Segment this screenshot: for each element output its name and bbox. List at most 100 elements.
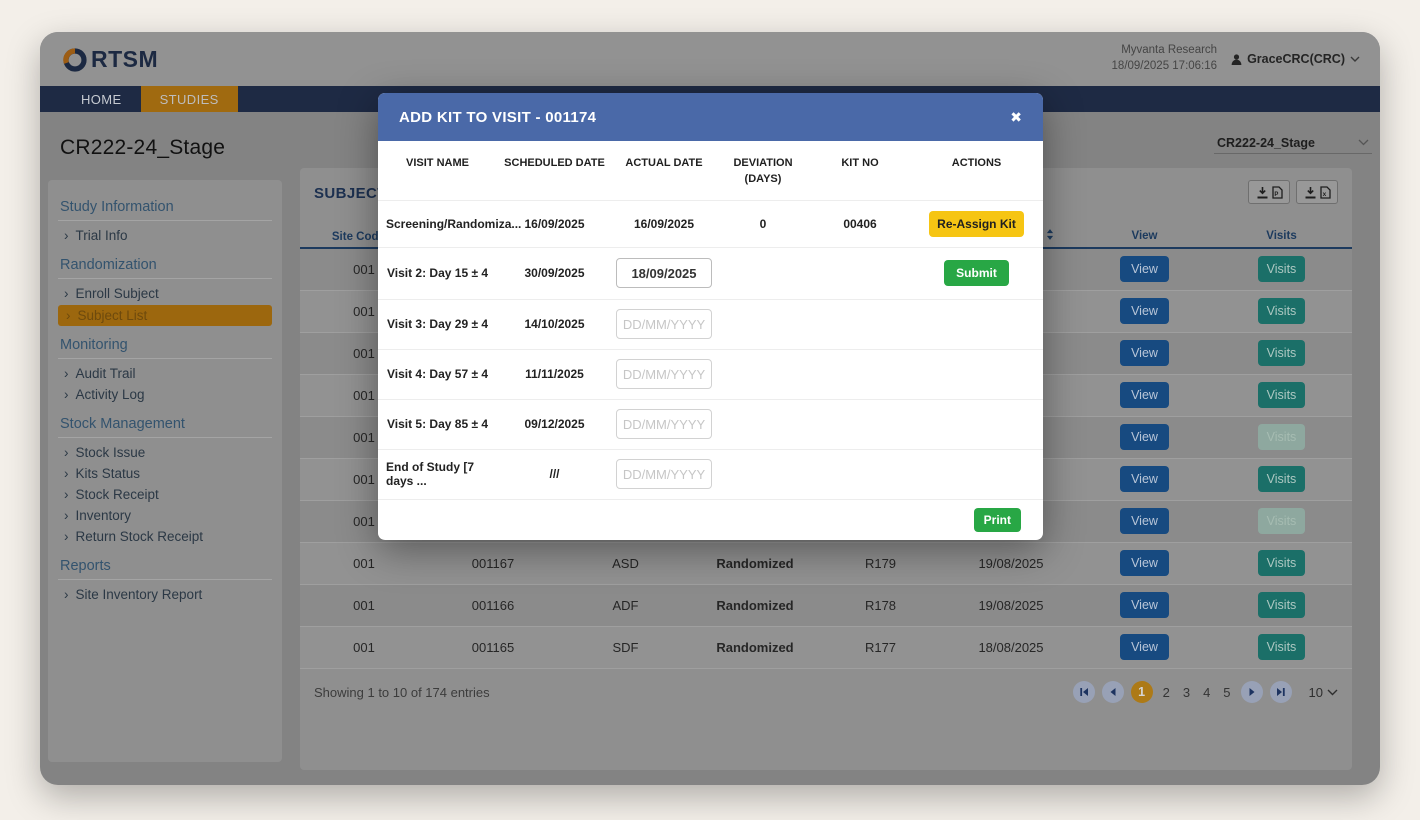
visits-button[interactable]: Visits	[1258, 592, 1306, 618]
scheduled-date: 09/12/2025	[497, 399, 612, 449]
pagination-next-button[interactable]	[1241, 681, 1263, 703]
table-entries-summary: Showing 1 to 10 of 174 entries	[314, 685, 490, 700]
export-pdf-button[interactable]: P	[1248, 180, 1290, 204]
visit-name: Screening/Randomiza...	[378, 200, 497, 247]
modal-footer: Print	[378, 500, 1043, 542]
prev-page-icon	[1108, 687, 1118, 697]
view-button[interactable]: View	[1120, 508, 1169, 534]
sidebar-item-kits-status[interactable]: ›Kits Status	[48, 463, 282, 484]
actual-date-input[interactable]	[616, 459, 712, 489]
visit-row-visit5: Visit 5: Day 85 ± 4 09/12/2025	[378, 399, 1043, 449]
sidebar: Study Information ›Trial Info Randomizat…	[48, 180, 282, 762]
chevron-right-icon: ›	[64, 387, 69, 402]
org-datetime-block: Myvanta Research 18/09/2025 17:06:16	[1112, 43, 1218, 74]
sidebar-item-subject-list[interactable]: ›Subject List	[58, 305, 272, 326]
sidebar-item-activity-log[interactable]: ›Activity Log	[48, 384, 282, 405]
view-button[interactable]: View	[1120, 340, 1169, 366]
pagination-page-2[interactable]: 2	[1160, 685, 1173, 700]
col-actions: ACTIONS	[910, 141, 1043, 200]
chevron-down-icon	[1350, 56, 1360, 62]
pagination-page-current[interactable]: 1	[1131, 681, 1153, 703]
visits-button[interactable]: Visits	[1258, 298, 1306, 324]
sidebar-item-enroll-subject[interactable]: ›Enroll Subject	[48, 283, 282, 304]
close-icon[interactable]: ✖	[1010, 109, 1022, 126]
visit-name: Visit 4: Day 57 ± 4	[378, 349, 497, 399]
status-badge: Randomized	[693, 542, 817, 584]
view-button[interactable]: View	[1120, 466, 1169, 492]
visits-button[interactable]: Visits	[1258, 340, 1306, 366]
visit-name: Visit 3: Day 29 ± 4	[378, 299, 497, 349]
user-icon	[1231, 54, 1242, 65]
brand-name: RTSM	[91, 46, 158, 73]
pagination-last-button[interactable]	[1270, 681, 1292, 703]
visits-button[interactable]: Visits	[1258, 256, 1306, 282]
view-button[interactable]: View	[1120, 634, 1169, 660]
visits-button-disabled: Visits	[1258, 424, 1306, 450]
actual-date-input[interactable]	[616, 359, 712, 389]
visits-button-disabled: Visits	[1258, 508, 1306, 534]
scheduled-date: 30/09/2025	[497, 247, 612, 299]
view-button[interactable]: View	[1120, 424, 1169, 450]
svg-text:P: P	[1274, 192, 1278, 198]
visits-button[interactable]: Visits	[1258, 466, 1306, 492]
visit-name: Visit 5: Day 85 ± 4	[378, 399, 497, 449]
sidebar-item-inventory[interactable]: ›Inventory	[48, 505, 282, 526]
chevron-right-icon: ›	[64, 366, 69, 381]
user-name: GraceCRC(CRC)	[1247, 52, 1345, 66]
visits-button[interactable]: Visits	[1258, 550, 1306, 576]
visits-button[interactable]: Visits	[1258, 634, 1306, 660]
visits-button[interactable]: Visits	[1258, 382, 1306, 408]
export-excel-button[interactable]: x	[1296, 180, 1338, 204]
sidebar-item-audit-trail[interactable]: ›Audit Trail	[48, 363, 282, 384]
visit-name: Visit 2: Day 15 ± 4	[378, 247, 497, 299]
pagination-page-4[interactable]: 4	[1200, 685, 1213, 700]
pagination-prev-button[interactable]	[1102, 681, 1124, 703]
print-button[interactable]: Print	[974, 508, 1021, 532]
view-button[interactable]: View	[1120, 256, 1169, 282]
sidebar-section-study-information: Study Information	[48, 197, 282, 217]
view-button[interactable]: View	[1120, 592, 1169, 618]
page-size-select[interactable]: 10	[1309, 685, 1338, 700]
visit-row-end-of-study: End of Study [7 days ... ///	[378, 449, 1043, 499]
download-icon	[1304, 186, 1317, 199]
sidebar-item-return-stock-receipt[interactable]: ›Return Stock Receipt	[48, 526, 282, 547]
page-title: CR222-24_Stage	[60, 136, 225, 160]
view-button[interactable]: View	[1120, 382, 1169, 408]
reassign-kit-button[interactable]: Re-Assign Kit	[929, 211, 1024, 237]
visit-row-visit3: Visit 3: Day 29 ± 4 14/10/2025	[378, 299, 1043, 349]
nav-tab-home[interactable]: HOME	[62, 86, 141, 112]
sidebar-item-stock-issue[interactable]: ›Stock Issue	[48, 442, 282, 463]
divider	[58, 579, 272, 580]
sidebar-item-trial-info[interactable]: ›Trial Info	[48, 225, 282, 246]
actual-date-input[interactable]	[616, 258, 712, 288]
col-kit-no: KIT NO	[810, 141, 910, 200]
pagination-page-3[interactable]: 3	[1180, 685, 1193, 700]
sidebar-section-stock-management: Stock Management	[48, 414, 282, 434]
view-button[interactable]: View	[1120, 298, 1169, 324]
pagination: 1 2 3 4 5 10	[1073, 681, 1338, 703]
add-kit-to-visit-modal: ADD KIT TO VISIT - 001174 ✖ VISIT NAME S…	[378, 93, 1043, 540]
pdf-file-icon: P	[1272, 186, 1283, 199]
pagination-first-button[interactable]	[1073, 681, 1095, 703]
user-menu[interactable]: GraceCRC(CRC)	[1231, 52, 1360, 66]
app-window: RTSM Myvanta Research 18/09/2025 17:06:1…	[40, 32, 1380, 785]
logo-o-icon	[60, 44, 90, 74]
svg-text:x: x	[1322, 191, 1326, 198]
study-select-dropdown[interactable]: CR222-24_Stage	[1214, 132, 1372, 154]
submit-button[interactable]: Submit	[944, 260, 1009, 286]
actual-date-input[interactable]	[616, 409, 712, 439]
visit-table: VISIT NAME SCHEDULED DATE ACTUAL DATE DE…	[378, 141, 1043, 500]
nav-tab-studies[interactable]: STUDIES	[141, 86, 238, 112]
col-actual-date: ACTUAL DATE	[612, 141, 716, 200]
top-header: RTSM Myvanta Research 18/09/2025 17:06:1…	[40, 32, 1380, 86]
chevron-right-icon: ›	[64, 508, 69, 523]
pagination-page-5[interactable]: 5	[1220, 685, 1233, 700]
actual-date-input[interactable]	[616, 309, 712, 339]
excel-file-icon: x	[1320, 186, 1331, 199]
sidebar-item-stock-receipt[interactable]: ›Stock Receipt	[48, 484, 282, 505]
current-datetime: 18/09/2025 17:06:16	[1112, 59, 1218, 75]
actual-date: 16/09/2025	[612, 200, 716, 247]
sidebar-item-site-inventory-report[interactable]: ›Site Inventory Report	[48, 584, 282, 605]
view-button[interactable]: View	[1120, 550, 1169, 576]
divider	[58, 278, 272, 279]
